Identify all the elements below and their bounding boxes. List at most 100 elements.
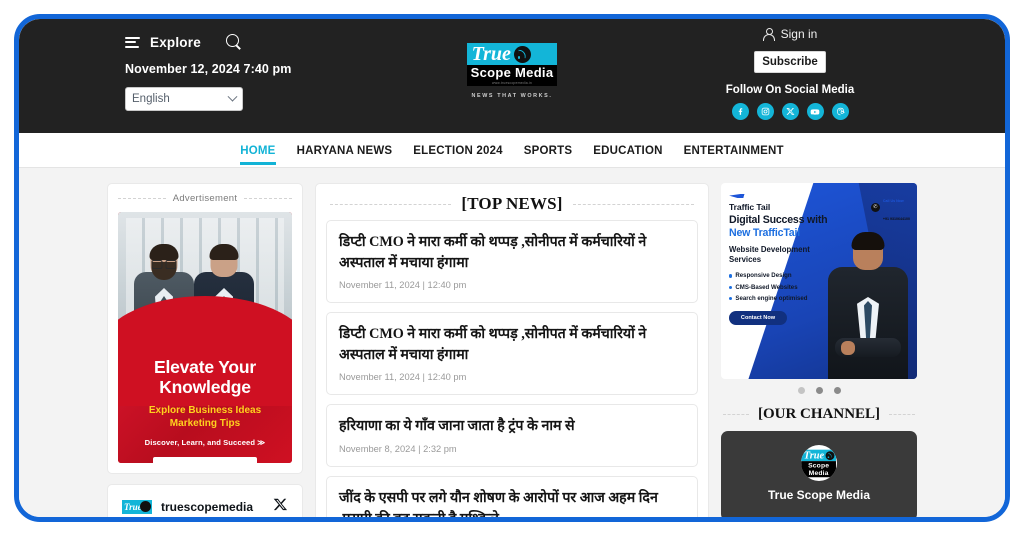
x-twitter-icon[interactable] <box>781 103 799 120</box>
left-sidebar: Advertisement Elevate Your Knowledge Exp… <box>107 183 303 517</box>
youtube-icon[interactable] <box>806 103 824 120</box>
logo-word-scope-media: Scope Media <box>466 65 558 81</box>
news-headline[interactable]: डिप्टी CMO ने मारा कर्मी को थप्पड़ ,सोनी… <box>339 232 685 273</box>
ad-subhead-line1: Explore Business Ideas <box>148 405 262 417</box>
nav-item-entertainment[interactable]: ENTERTAINMENT <box>684 136 784 165</box>
x-twitter-icon[interactable] <box>273 497 288 517</box>
news-list-item[interactable]: डिप्टी CMO ने मारा कर्मी को थप्पड़ ,सोनी… <box>326 220 698 304</box>
browser-page-frame: Explore November 12, 2024 7:40 pm Englis… <box>14 14 1010 522</box>
news-headline[interactable]: हरियाणा का ये गाँव जाना जाता है ट्रंप के… <box>339 416 685 437</box>
logo-word-true: True <box>471 43 511 65</box>
advertisement-label: Advertisement <box>172 193 238 204</box>
ad-subhead-line2: Marketing Tips <box>169 418 241 430</box>
traffic-tail-advertisement[interactable]: Traffic Tail ✆ Call Us Now +91 931064410… <box>721 183 917 379</box>
logo-word-true: True <box>804 449 825 461</box>
section-title: [TOP NEWS] <box>461 194 563 213</box>
news-timestamp: November 8, 2024 | 2:32 pm <box>339 443 457 454</box>
divider-right <box>244 198 292 199</box>
ad-headline-line2: New TrafficTail <box>729 226 800 239</box>
divider-right <box>889 414 915 415</box>
search-icon[interactable] <box>225 33 243 51</box>
phone-icon: ✆ <box>870 202 880 212</box>
ad-feature-label: Responsive Design <box>735 272 792 280</box>
carousel-dots <box>721 379 917 396</box>
ad-feature-label: Search engine optimised <box>735 295 808 302</box>
news-timestamp: November 11, 2024 | 12:40 pm <box>339 372 467 383</box>
ad-cta-button[interactable]: My Search Intent <box>153 457 257 463</box>
ad-headline-line1: Digital Success with <box>729 214 828 226</box>
our-channel-header: [OUR CHANNEL] <box>721 396 917 431</box>
channel-card[interactable]: True Scope Media True Scope Media <box>721 431 917 517</box>
contact-now-button[interactable]: Contact Now <box>729 311 787 326</box>
news-list: डिप्टी CMO ने मारा कर्मी को थप्पड़ ,सोनी… <box>316 220 708 517</box>
logo-true-row: True <box>801 449 837 461</box>
carousel-dot-1[interactable] <box>797 387 805 394</box>
carousel-dot-2[interactable] <box>815 387 823 394</box>
nav-item-election-2024[interactable]: ELECTION 2024 <box>413 136 503 165</box>
page-main: Advertisement Elevate Your Knowledge Exp… <box>19 168 1005 517</box>
facebook-icon[interactable] <box>731 103 749 120</box>
traffic-tail-ad-copy: Digital Success with New TrafficTail Web… <box>729 214 841 326</box>
news-headline[interactable]: डिप्टी CMO ने मारा कर्मी को थप्पड़ ,सोनी… <box>339 324 685 365</box>
hamburger-icon[interactable] <box>125 36 140 48</box>
divider-left <box>118 198 166 199</box>
advertisement-label-row: Advertisement <box>108 184 302 212</box>
bullet-icon <box>729 274 733 278</box>
channel-avatar-logo: True Scope Media <box>801 449 837 477</box>
top-news-panel: [TOP NEWS] डिप्टी CMO ने मारा कर्मी को थ… <box>315 183 709 517</box>
ad-feature-item: Responsive Design <box>729 270 841 281</box>
language-select[interactable]: English <box>125 87 243 111</box>
logo-block: True Scope Media www.truescopemedia.in <box>466 43 558 86</box>
explore-row: Explore <box>125 33 291 51</box>
carousel-dot-3[interactable] <box>833 387 841 394</box>
site-logo[interactable]: True Scope Media www.truescopemedia.in N… <box>432 43 592 99</box>
ad-feature-item: CMS-Based Websites <box>729 282 841 293</box>
nav-item-home[interactable]: HOME <box>240 136 276 165</box>
ad-feature-label: CMS-Based Websites <box>735 283 798 291</box>
news-timestamp: November 11, 2024 | 12:40 pm <box>339 280 467 291</box>
divider-right <box>572 203 694 205</box>
ad-feature-item: Search engine optimised <box>729 293 841 304</box>
news-list-item[interactable]: डिप्टी CMO ने मारा कर्मी को थप्पड़ ,सोनी… <box>326 312 698 396</box>
sign-in-label: Sign in <box>780 27 818 41</box>
main-content-column: [TOP NEWS] डिप्टी CMO ने मारा कर्मी को थ… <box>315 183 709 517</box>
news-list-item[interactable]: हरियाणा का ये गाँव जाना जाता है ट्रंप के… <box>326 404 698 467</box>
ad-feature-list: Responsive Design CMS-Based Websites Sea… <box>729 270 841 304</box>
twitter-embed-card[interactable]: True truescopemedia <box>107 484 303 517</box>
ad-copy: Elevate Your Knowledge Explore Business … <box>118 357 292 463</box>
social-links <box>675 103 905 120</box>
ad-subhead-line2: Services <box>729 254 762 264</box>
subscribe-button[interactable]: Subscribe <box>754 51 826 73</box>
twitter-embed-handle[interactable]: truescopemedia <box>161 500 264 514</box>
page-content: Explore November 12, 2024 7:40 pm Englis… <box>19 19 1005 517</box>
nav-item-education[interactable]: EDUCATION <box>593 136 662 165</box>
bullet-icon <box>729 285 733 290</box>
call-us-label: Call Us Now <box>882 199 904 203</box>
ad-subhead: Website Development Services <box>729 245 841 264</box>
nav-item-sports[interactable]: SPORTS <box>524 136 573 165</box>
ad-cta-word3: Intent <box>219 462 248 463</box>
divider-left <box>330 203 452 205</box>
right-sidebar: Traffic Tail ✆ Call Us Now +91 931064410… <box>721 183 917 517</box>
call-us-block[interactable]: ✆ Call Us Now +91 9310644100 <box>870 189 910 226</box>
instagram-icon[interactable] <box>756 103 774 120</box>
threads-icon[interactable] <box>831 103 849 120</box>
logo-true-row: True <box>466 43 558 65</box>
sign-in-button[interactable]: Sign in <box>675 27 905 41</box>
ad-tagline: Discover, Learn, and Succeed ≫ <box>144 438 266 448</box>
advertisement-banner[interactable]: Elevate Your Knowledge Explore Business … <box>118 212 292 463</box>
explore-label[interactable]: Explore <box>150 35 201 50</box>
divider-left <box>723 414 749 415</box>
news-list-item[interactable]: जींद के एसपी पर लगे यौन शोषण के आरोपों प… <box>326 475 698 517</box>
ad-cta-word1: My <box>163 462 178 463</box>
signal-wave-icon <box>826 450 835 460</box>
signal-wave-icon <box>513 45 531 63</box>
ad-subhead-line1: Website Development <box>729 245 810 254</box>
ad-headline: Elevate Your Knowledge <box>153 357 256 397</box>
news-headline[interactable]: जींद के एसपी पर लगे यौन शोषण के आरोपों प… <box>339 488 685 517</box>
advertisement-card: Advertisement Elevate Your Knowledge Exp… <box>107 183 303 474</box>
language-select-value: English <box>132 93 170 105</box>
nav-item-haryana-news[interactable]: HARYANA NEWS <box>297 136 393 165</box>
our-channel-title: [OUR CHANNEL] <box>757 406 881 422</box>
logo-url: www.truescopemedia.in <box>466 80 558 86</box>
